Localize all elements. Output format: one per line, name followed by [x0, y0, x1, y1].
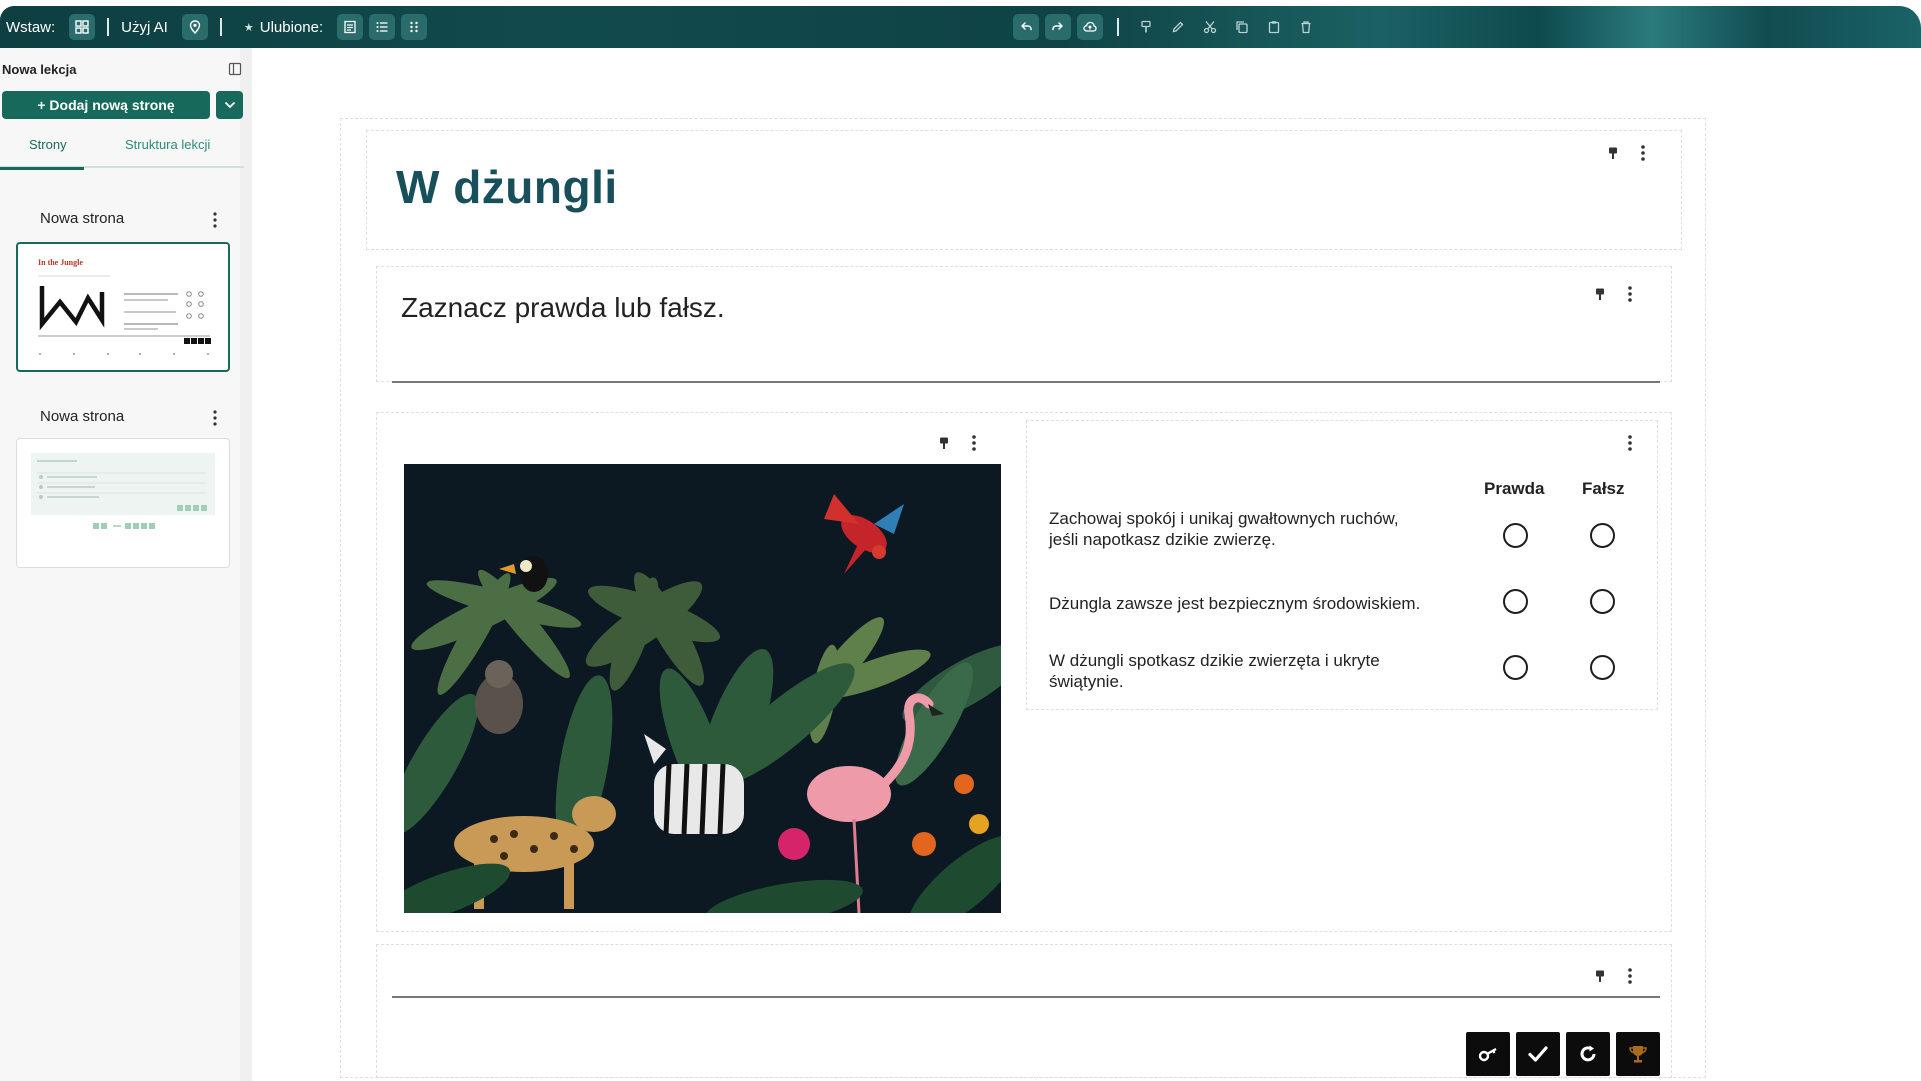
radio-false[interactable] [1590, 589, 1615, 614]
retry-icon [1580, 1045, 1596, 1062]
sidebar-tabs: Strony Struktura lekcji [0, 128, 244, 170]
pin-icon[interactable] [1593, 287, 1607, 301]
jungle-illustration[interactable] [404, 464, 1001, 913]
cut-icon[interactable] [1197, 14, 1223, 40]
check-icon [1528, 1046, 1548, 1062]
add-page-dropdown-button[interactable] [216, 91, 243, 119]
kebab-menu-icon[interactable] [1627, 434, 1633, 452]
favorites-label: Ulubione: [259, 18, 324, 36]
instruction-block-actions [1593, 285, 1633, 303]
statement-text: Zachowaj spokój i unikaj gwałtownych ruc… [1049, 509, 1399, 549]
kebab-menu-icon[interactable] [971, 434, 977, 452]
pin-icon[interactable] [1593, 969, 1607, 983]
page-label[interactable]: Nowa strona [40, 210, 124, 227]
radio-true[interactable] [1503, 589, 1528, 614]
radio-false[interactable] [1590, 655, 1615, 680]
kebab-menu-icon[interactable] [212, 409, 218, 427]
score-button[interactable] [1616, 1032, 1660, 1076]
kebab-menu-icon[interactable] [1627, 967, 1633, 985]
collapse-sidebar-icon[interactable] [228, 62, 242, 76]
cloud-upload-icon[interactable] [1077, 14, 1104, 40]
radio-false[interactable] [1590, 523, 1615, 548]
chevron-down-icon [224, 101, 235, 109]
pages-sidebar: Nowa lekcja + Dodaj nową stronę Strony S… [0, 48, 252, 1081]
paint-format-icon[interactable] [1133, 14, 1159, 40]
list-icon[interactable] [369, 14, 396, 40]
pin-icon[interactable] [1606, 146, 1620, 160]
instruction-text[interactable]: Zaznacz prawda lub fałsz. [401, 292, 725, 324]
radio-true[interactable] [1503, 655, 1528, 680]
column-header-true: Prawda [1484, 479, 1545, 498]
statement-text: W dżungli spotkasz dzikie zwierzęta i uk… [1049, 651, 1380, 691]
lesson-title: Nowa lekcja [2, 62, 77, 77]
add-page-button[interactable]: + Dodaj nową stronę [2, 91, 210, 119]
bottom-block-actions [1593, 967, 1633, 985]
kebab-menu-icon[interactable] [212, 211, 218, 229]
document-icon[interactable] [337, 14, 364, 40]
trash-icon[interactable] [1293, 14, 1319, 40]
divider-line [392, 381, 1660, 383]
edit-icon[interactable] [1165, 14, 1191, 40]
column-header-false: Fałsz [1582, 479, 1625, 498]
location-pin-icon[interactable] [181, 14, 208, 40]
block-guide [376, 266, 1672, 382]
retry-button[interactable] [1566, 1032, 1610, 1076]
statement-text: Dżungla zawsze jest bezpiecznym środowis… [1049, 594, 1421, 613]
tab-lesson-structure[interactable]: Struktura lekcji [125, 137, 210, 152]
page-title[interactable]: W dżungli [396, 160, 618, 214]
toolbar-divider [107, 18, 110, 36]
toolbar-divider [1117, 18, 1120, 36]
app-window: Wstaw: Użyj AI ★ Ulubione: Nowa lekcja +… [0, 0, 1921, 1081]
copy-icon[interactable] [1229, 14, 1255, 40]
paste-icon[interactable] [1261, 14, 1287, 40]
toolbar-divider [219, 18, 222, 36]
ai-label[interactable]: Użyj AI [121, 19, 168, 36]
redo-icon[interactable] [1045, 14, 1072, 40]
thumbnail-preview [38, 275, 211, 355]
pin-icon[interactable] [937, 436, 951, 450]
divider-line [392, 996, 1660, 998]
thumbnail-preview [31, 453, 215, 529]
grid-icon[interactable] [69, 14, 96, 40]
check-button[interactable] [1516, 1032, 1560, 1076]
tab-pages[interactable]: Strony [0, 137, 84, 170]
image-block-actions [937, 434, 977, 452]
page-thumbnail[interactable]: In the Jungle [16, 242, 230, 372]
title-block-actions [1606, 144, 1646, 162]
top-toolbar: Wstaw: Użyj AI ★ Ulubione: [0, 6, 1921, 48]
kebab-menu-icon[interactable] [1640, 144, 1646, 162]
star-icon: ★ [243, 21, 254, 34]
page-label[interactable]: Nowa strona [40, 408, 124, 425]
undo-icon[interactable] [1013, 14, 1040, 40]
key-icon [1478, 1047, 1497, 1062]
page-thumbnail[interactable] [16, 438, 230, 568]
insert-label: Wstaw: [6, 18, 56, 36]
trophy-icon [1629, 1046, 1647, 1063]
kebab-menu-icon[interactable] [1627, 285, 1633, 303]
columns-icon[interactable] [401, 14, 428, 40]
show-answers-button[interactable] [1466, 1032, 1510, 1076]
radio-true[interactable] [1503, 523, 1528, 548]
